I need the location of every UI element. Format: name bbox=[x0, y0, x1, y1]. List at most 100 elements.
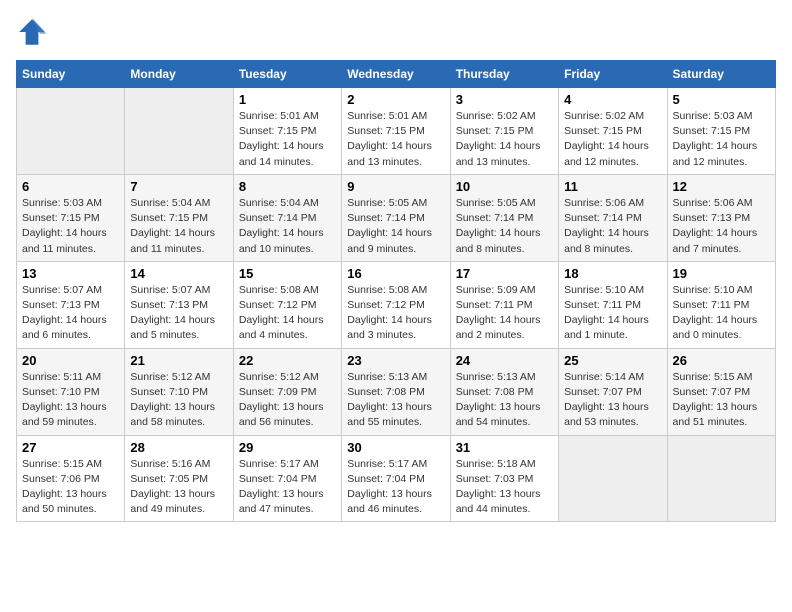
day-info: Sunrise: 5:11 AM Sunset: 7:10 PM Dayligh… bbox=[22, 370, 119, 431]
day-info: Sunrise: 5:03 AM Sunset: 7:15 PM Dayligh… bbox=[22, 196, 119, 257]
day-info: Sunrise: 5:05 AM Sunset: 7:14 PM Dayligh… bbox=[456, 196, 553, 257]
calendar-cell: 30 Sunrise: 5:17 AM Sunset: 7:04 PM Dayli… bbox=[342, 435, 450, 522]
calendar-week-row: 20 Sunrise: 5:11 AM Sunset: 7:10 PM Dayli… bbox=[17, 348, 776, 435]
calendar-cell: 25 Sunrise: 5:14 AM Sunset: 7:07 PM Dayli… bbox=[559, 348, 667, 435]
day-number: 15 bbox=[239, 266, 336, 281]
day-info: Sunrise: 5:15 AM Sunset: 7:06 PM Dayligh… bbox=[22, 457, 119, 518]
page-header bbox=[16, 16, 776, 48]
calendar-cell: 19 Sunrise: 5:10 AM Sunset: 7:11 PM Dayli… bbox=[667, 261, 775, 348]
calendar-cell: 18 Sunrise: 5:10 AM Sunset: 7:11 PM Dayli… bbox=[559, 261, 667, 348]
calendar-cell: 4Sunrise: 5:02 AM Sunset: 7:15 PM Daylig… bbox=[559, 88, 667, 175]
day-info: Sunrise: 5:01 AM Sunset: 7:15 PM Dayligh… bbox=[239, 109, 336, 170]
calendar-cell: 17Sunrise: 5:09 AM Sunset: 7:11 PM Dayli… bbox=[450, 261, 558, 348]
day-info: Sunrise: 5:01 AM Sunset: 7:15 PM Dayligh… bbox=[347, 109, 444, 170]
day-info: Sunrise: 5:17 AM Sunset: 7:04 PM Dayligh… bbox=[239, 457, 336, 518]
day-number: 25 bbox=[564, 353, 661, 368]
day-number: 27 bbox=[22, 440, 119, 455]
day-info: Sunrise: 5:03 AM Sunset: 7:15 PM Dayligh… bbox=[673, 109, 770, 170]
day-info: Sunrise: 5:08 AM Sunset: 7:12 PM Dayligh… bbox=[347, 283, 444, 344]
day-number: 12 bbox=[673, 179, 770, 194]
calendar-cell bbox=[17, 88, 125, 175]
day-number: 17 bbox=[456, 266, 553, 281]
calendar-cell: 26 Sunrise: 5:15 AM Sunset: 7:07 PM Dayli… bbox=[667, 348, 775, 435]
day-number: 18 bbox=[564, 266, 661, 281]
day-number: 13 bbox=[22, 266, 119, 281]
day-info: Sunrise: 5:14 AM Sunset: 7:07 PM Dayligh… bbox=[564, 370, 661, 431]
day-number: 5 bbox=[673, 92, 770, 107]
day-number: 16 bbox=[347, 266, 444, 281]
day-info: Sunrise: 5:04 AM Sunset: 7:15 PM Dayligh… bbox=[130, 196, 227, 257]
calendar-cell: 28 Sunrise: 5:16 AM Sunset: 7:05 PM Dayli… bbox=[125, 435, 233, 522]
day-number: 21 bbox=[130, 353, 227, 368]
day-info: Sunrise: 5:06 AM Sunset: 7:14 PM Dayligh… bbox=[564, 196, 661, 257]
day-info: Sunrise: 5:13 AM Sunset: 7:08 PM Dayligh… bbox=[456, 370, 553, 431]
calendar-cell: 27 Sunrise: 5:15 AM Sunset: 7:06 PM Dayli… bbox=[17, 435, 125, 522]
calendar-cell: 21 Sunrise: 5:12 AM Sunset: 7:10 PM Dayli… bbox=[125, 348, 233, 435]
weekday-header: Friday bbox=[559, 61, 667, 88]
weekday-header: Thursday bbox=[450, 61, 558, 88]
calendar-week-row: 1 Sunrise: 5:01 AM Sunset: 7:15 PM Daylig… bbox=[17, 88, 776, 175]
calendar-cell: 24 Sunrise: 5:13 AM Sunset: 7:08 PM Dayli… bbox=[450, 348, 558, 435]
calendar-cell: 23 Sunrise: 5:13 AM Sunset: 7:08 PM Dayli… bbox=[342, 348, 450, 435]
day-number: 19 bbox=[673, 266, 770, 281]
calendar-cell: 10 Sunrise: 5:05 AM Sunset: 7:14 PM Dayli… bbox=[450, 174, 558, 261]
calendar-cell bbox=[125, 88, 233, 175]
day-number: 8 bbox=[239, 179, 336, 194]
day-number: 31 bbox=[456, 440, 553, 455]
day-number: 2 bbox=[347, 92, 444, 107]
day-info: Sunrise: 5:05 AM Sunset: 7:14 PM Dayligh… bbox=[347, 196, 444, 257]
day-info: Sunrise: 5:18 AM Sunset: 7:03 PM Dayligh… bbox=[456, 457, 553, 518]
day-number: 10 bbox=[456, 179, 553, 194]
day-number: 1 bbox=[239, 92, 336, 107]
weekday-header: Sunday bbox=[17, 61, 125, 88]
day-info: Sunrise: 5:02 AM Sunset: 7:15 PM Dayligh… bbox=[456, 109, 553, 170]
calendar-week-row: 13 Sunrise: 5:07 AM Sunset: 7:13 PM Dayli… bbox=[17, 261, 776, 348]
day-number: 30 bbox=[347, 440, 444, 455]
day-number: 9 bbox=[347, 179, 444, 194]
day-info: Sunrise: 5:10 AM Sunset: 7:11 PM Dayligh… bbox=[564, 283, 661, 344]
calendar-cell: 13 Sunrise: 5:07 AM Sunset: 7:13 PM Dayli… bbox=[17, 261, 125, 348]
day-info: Sunrise: 5:07 AM Sunset: 7:13 PM Dayligh… bbox=[130, 283, 227, 344]
day-number: 7 bbox=[130, 179, 227, 194]
day-number: 14 bbox=[130, 266, 227, 281]
calendar-cell bbox=[667, 435, 775, 522]
day-number: 26 bbox=[673, 353, 770, 368]
day-number: 29 bbox=[239, 440, 336, 455]
weekday-header: Wednesday bbox=[342, 61, 450, 88]
calendar-cell: 9 Sunrise: 5:05 AM Sunset: 7:14 PM Daylig… bbox=[342, 174, 450, 261]
day-info: Sunrise: 5:06 AM Sunset: 7:13 PM Dayligh… bbox=[673, 196, 770, 257]
day-info: Sunrise: 5:13 AM Sunset: 7:08 PM Dayligh… bbox=[347, 370, 444, 431]
calendar-cell: 7 Sunrise: 5:04 AM Sunset: 7:15 PM Daylig… bbox=[125, 174, 233, 261]
calendar-cell: 8 Sunrise: 5:04 AM Sunset: 7:14 PM Daylig… bbox=[233, 174, 341, 261]
day-number: 20 bbox=[22, 353, 119, 368]
calendar-cell: 11Sunrise: 5:06 AM Sunset: 7:14 PM Dayli… bbox=[559, 174, 667, 261]
day-info: Sunrise: 5:02 AM Sunset: 7:15 PM Dayligh… bbox=[564, 109, 661, 170]
day-number: 24 bbox=[456, 353, 553, 368]
calendar-cell: 3 Sunrise: 5:02 AM Sunset: 7:15 PM Daylig… bbox=[450, 88, 558, 175]
logo-icon bbox=[16, 16, 48, 48]
calendar-cell: 5 Sunrise: 5:03 AM Sunset: 7:15 PM Daylig… bbox=[667, 88, 775, 175]
day-number: 3 bbox=[456, 92, 553, 107]
day-number: 28 bbox=[130, 440, 227, 455]
day-info: Sunrise: 5:04 AM Sunset: 7:14 PM Dayligh… bbox=[239, 196, 336, 257]
weekday-header: Tuesday bbox=[233, 61, 341, 88]
calendar-cell: 15 Sunrise: 5:08 AM Sunset: 7:12 PM Dayli… bbox=[233, 261, 341, 348]
calendar-cell: 20 Sunrise: 5:11 AM Sunset: 7:10 PM Dayli… bbox=[17, 348, 125, 435]
calendar-cell: 1 Sunrise: 5:01 AM Sunset: 7:15 PM Daylig… bbox=[233, 88, 341, 175]
weekday-header: Saturday bbox=[667, 61, 775, 88]
day-info: Sunrise: 5:15 AM Sunset: 7:07 PM Dayligh… bbox=[673, 370, 770, 431]
day-number: 23 bbox=[347, 353, 444, 368]
logo bbox=[16, 16, 52, 48]
calendar-cell bbox=[559, 435, 667, 522]
day-info: Sunrise: 5:17 AM Sunset: 7:04 PM Dayligh… bbox=[347, 457, 444, 518]
calendar-cell: 14 Sunrise: 5:07 AM Sunset: 7:13 PM Dayli… bbox=[125, 261, 233, 348]
day-info: Sunrise: 5:07 AM Sunset: 7:13 PM Dayligh… bbox=[22, 283, 119, 344]
day-info: Sunrise: 5:16 AM Sunset: 7:05 PM Dayligh… bbox=[130, 457, 227, 518]
day-info: Sunrise: 5:10 AM Sunset: 7:11 PM Dayligh… bbox=[673, 283, 770, 344]
day-info: Sunrise: 5:08 AM Sunset: 7:12 PM Dayligh… bbox=[239, 283, 336, 344]
calendar-cell: 22Sunrise: 5:12 AM Sunset: 7:09 PM Dayli… bbox=[233, 348, 341, 435]
calendar-week-row: 27 Sunrise: 5:15 AM Sunset: 7:06 PM Dayli… bbox=[17, 435, 776, 522]
calendar-cell: 31 Sunrise: 5:18 AM Sunset: 7:03 PM Dayli… bbox=[450, 435, 558, 522]
calendar-cell: 2 Sunrise: 5:01 AM Sunset: 7:15 PM Daylig… bbox=[342, 88, 450, 175]
day-info: Sunrise: 5:12 AM Sunset: 7:10 PM Dayligh… bbox=[130, 370, 227, 431]
